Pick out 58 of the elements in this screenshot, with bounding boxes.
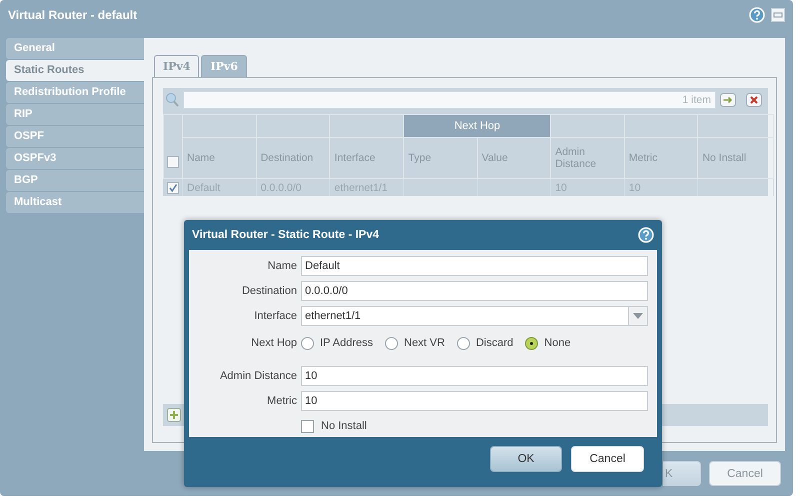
sidebar-item[interactable]: OSPF [6, 126, 144, 147]
checkbox[interactable] [166, 182, 178, 194]
help-icon[interactable] [749, 7, 765, 23]
help-icon[interactable] [638, 227, 654, 243]
sidebar-item[interactable]: General [6, 38, 144, 59]
radio-button[interactable] [525, 336, 538, 350]
input-field[interactable]: 0.0.0.0/0 [301, 281, 648, 301]
tab[interactable]: IPv6 [201, 55, 247, 77]
checkbox[interactable] [301, 420, 314, 432]
delete-icon[interactable] [746, 93, 762, 107]
sidebar-item[interactable]: Static Routes [6, 60, 144, 81]
sidebar-item[interactable]: Multicast [6, 192, 144, 213]
item-count: 1 item [682, 94, 711, 106]
sidebar-item[interactable]: RIP [6, 104, 144, 125]
input-field[interactable]: 10 [301, 366, 648, 386]
sidebar-item[interactable]: BGP [6, 170, 144, 191]
dialog-button[interactable]: Cancel [571, 446, 644, 472]
column-header[interactable]: No Install [698, 138, 774, 178]
dropdown-arrow-icon[interactable] [633, 313, 643, 319]
dialog-button[interactable]: OK [490, 446, 562, 472]
column-header[interactable]: Admin Distance [550, 138, 624, 178]
dialog-button[interactable]: K [663, 461, 701, 486]
input-field[interactable]: 10 [301, 391, 648, 411]
field-label: Name [266, 260, 298, 272]
radio-button[interactable] [456, 336, 470, 350]
column-header[interactable]: Value [477, 138, 551, 178]
tab[interactable]: IPv4 [154, 55, 200, 77]
maximize-icon[interactable] [771, 8, 785, 22]
field-label: Destination [240, 285, 298, 297]
field-label: Metric [266, 395, 298, 407]
radio-label[interactable]: None [544, 337, 571, 349]
arrow-right-icon[interactable] [720, 93, 736, 107]
dropdown-field[interactable]: ethernet1/1 [301, 306, 628, 326]
checkbox-label[interactable]: No Install [321, 420, 367, 432]
column-header[interactable]: Interface [330, 138, 404, 178]
column-header[interactable]: Metric [624, 138, 698, 178]
field-label: Interface [253, 310, 298, 322]
search-icon [165, 92, 179, 108]
add-icon[interactable] [167, 408, 181, 422]
dialog-title: Virtual Router - Static Route - IPv4 [192, 229, 380, 241]
sidebar-item[interactable]: Redistribution Profile [6, 82, 144, 103]
column-header[interactable]: Destination [256, 138, 330, 178]
radio-label[interactable]: Discard [476, 337, 514, 349]
column-header[interactable]: Name [182, 138, 256, 178]
input-field[interactable]: Default [301, 256, 648, 276]
field-label: Admin Distance [218, 370, 298, 382]
radio-label[interactable]: IP Address [320, 337, 373, 349]
radio-button[interactable] [301, 336, 314, 350]
column-header[interactable]: Type [404, 138, 478, 178]
sidebar-item[interactable]: OSPFv3 [6, 148, 144, 169]
radio-label[interactable]: Next VR [404, 337, 445, 349]
field-label: Next Hop [250, 337, 298, 349]
column-group-header: Next Hop [404, 114, 551, 138]
search-field[interactable]: 1 item [183, 91, 716, 109]
radio-button[interactable] [385, 336, 398, 350]
checkbox[interactable] [167, 156, 179, 168]
window-title: Virtual Router - default [8, 8, 138, 22]
dialog-button[interactable]: Cancel [709, 461, 781, 486]
